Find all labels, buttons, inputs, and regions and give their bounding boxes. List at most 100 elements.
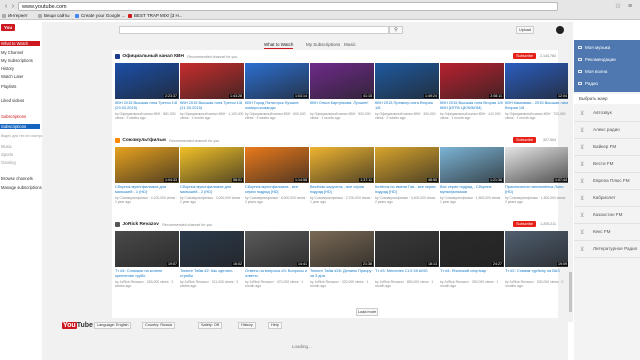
video-card[interactable]: 2:08:11 КВН 2015 Высшая лига Вторая 1/8 … — [440, 63, 504, 123]
radio-menu-my-music[interactable]: Моя музыка — [578, 45, 610, 50]
subscribe-button[interactable]: Subscribe — [513, 53, 536, 59]
forward-icon[interactable]: › — [9, 3, 17, 11]
video-card[interactable]: 18:13 Тт #3: Mercedes CLS 55 AMG by JoRi… — [375, 231, 439, 291]
video-thumbnail[interactable]: 1:37:11 — [310, 147, 374, 183]
nav-history[interactable]: History — [0, 66, 40, 71]
footer-logo[interactable]: YouTube — [62, 322, 93, 329]
video-title[interactable]: Тт #3: Mercedes CLS 55 AMG — [375, 269, 439, 279]
genre-selector[interactable]: Выбрать жанр — [574, 94, 640, 104]
video-card[interactable]: 1:49:24 КВН 2015 Премьер-лига Вторая 1/8… — [375, 63, 439, 123]
video-card[interactable]: 2:23:37 КВН 2015 Высшая лига Третья 1/8 … — [115, 63, 179, 123]
video-card[interactable]: 1:43:28 КВН 2015 Высшая лига Третья 1/8 … — [180, 63, 244, 123]
tab-music[interactable]: Music — [344, 42, 356, 47]
video-title[interactable]: Весёлая карусель - все серии подряд [HD] — [310, 185, 374, 195]
bookmark-item[interactable]: Интернет — [2, 13, 28, 18]
video-card[interactable]: 19:09 Тт #2: Ставим турбину на ВАЗ by Jo… — [505, 231, 569, 291]
video-title[interactable]: Тт #4: Японский спорткар — [440, 269, 504, 279]
language-button[interactable]: Language: English — [94, 322, 132, 329]
video-thumbnail[interactable]: 2:23:37 — [115, 63, 179, 99]
video-title[interactable]: Все серии подряд - Сборник мультфильмов — [440, 185, 504, 195]
bookmark-item[interactable]: BEST TRAP MIX! [3 H... — [128, 13, 183, 18]
video-card[interactable]: 1:03:14 КВН Город Пятигорск Лучшие номер… — [245, 63, 309, 123]
video-card[interactable]: 24:27 Тт #4: Японский спорткар by JoRick… — [440, 231, 504, 291]
channel-icon[interactable] — [115, 222, 120, 228]
video-card[interactable]: 1:07:44 Приключения пингвинёнка Лоло (HD… — [505, 147, 569, 207]
nav-watch-later[interactable]: Watch Later — [0, 74, 40, 79]
video-thumbnail[interactable]: 2:08:11 — [440, 63, 504, 99]
safety-button[interactable]: Safety: Off — [198, 322, 222, 329]
video-thumbnail[interactable]: 1:49:24 — [375, 63, 439, 99]
video-title[interactable]: Тт #2: Ставим турбину на ВАЗ — [505, 269, 569, 279]
nav-subscriptions[interactable]: Subscriptions — [0, 124, 40, 129]
channel-name[interactable]: Союзмультфильм — [122, 138, 165, 143]
nav-playlists[interactable]: Playlists — [0, 84, 40, 89]
station-item[interactable]: ⊻ Вести FM — [574, 157, 640, 173]
video-title[interactable]: КВН 2015 Высшая лига Третья 1/8 (21.03.2… — [180, 101, 244, 111]
station-item[interactable]: ⊻ Байкер FM — [574, 140, 640, 156]
nav-my-channel[interactable]: My Channel — [0, 50, 40, 55]
scroll-thumb[interactable] — [569, 272, 572, 312]
station-item[interactable]: ⊻ Литературное Радио — [574, 242, 640, 258]
history-button[interactable]: History — [238, 322, 256, 329]
nav-rec-channels[interactable]: Видео для тех кто смотрит — [0, 134, 45, 138]
channel-icon[interactable] — [115, 54, 120, 60]
nav-manage-subscriptions[interactable]: Manage subscriptions — [0, 185, 42, 190]
video-title[interactable]: КВН Ольга Картункова. Лучшее! — [310, 101, 374, 111]
video-thumbnail[interactable]: 1:03:14 — [245, 63, 309, 99]
video-card[interactable]: 21:38 Тюнинг Тайм #26: Делаем Приору за … — [310, 231, 374, 291]
video-card[interactable]: 1:14:58 Сборник мультфильмов - все серии… — [245, 147, 309, 207]
station-item[interactable]: ⊻ Казахстан FM — [574, 208, 640, 224]
video-title[interactable]: КВН 2015 Премьер-лига Вторая 1/8 — [375, 101, 439, 111]
video-thumbnail[interactable]: 19:09 — [505, 231, 569, 267]
video-title[interactable]: КВН Город Пятигорск Лучшие номера команд… — [245, 101, 309, 111]
video-thumbnail[interactable]: 21:38 — [310, 231, 374, 267]
video-title[interactable]: Тт #4: Сломали на колене крепление турбо — [115, 269, 179, 279]
video-thumbnail[interactable]: 1:21:38 — [440, 147, 504, 183]
radio-menu-radio[interactable]: Радио — [578, 81, 598, 86]
station-item[interactable]: ⊻ Автозвук — [574, 106, 640, 122]
star-icon[interactable]: ☆ — [614, 3, 622, 11]
subscribe-button[interactable]: Subscribe — [513, 137, 536, 143]
video-title[interactable]: Сборник мультфильмов для малышей - 2 (HD… — [180, 185, 244, 195]
search-input[interactable] — [119, 26, 389, 34]
bookmark-item[interactable]: Вещи сайты — [38, 13, 70, 18]
station-item[interactable]: ⊻ Кекс FM — [574, 225, 640, 241]
channel-icon[interactable] — [115, 138, 120, 144]
video-thumbnail[interactable]: 18:13 — [375, 231, 439, 267]
tab-what-to-watch[interactable]: What to Watch — [264, 42, 294, 49]
nav-browse-channels[interactable]: Browse channels — [0, 176, 40, 181]
nav-sports[interactable]: Sports — [0, 152, 40, 157]
video-card[interactable]: 19:57 Тт #4: Сломали на колене крепление… — [115, 231, 179, 291]
video-thumbnail[interactable]: 1:14:58 — [245, 147, 309, 183]
video-card[interactable]: 14:41 Ответы на вопросы #3: Вопросы и от… — [245, 231, 309, 291]
video-card[interactable]: 1:21:38 Все серии подряд - Сборник мульт… — [440, 147, 504, 207]
country-button[interactable]: Country: Russia — [142, 322, 176, 329]
video-title[interactable]: Котёнок по имени Гав - все серии подряд … — [375, 185, 439, 195]
video-card[interactable]: 12:04 КВН Камызяки - 2015 Высшая лига Вт… — [505, 63, 569, 123]
video-thumbnail[interactable]: 12:04 — [505, 63, 569, 99]
video-thumbnail[interactable]: 16:02 — [180, 231, 244, 267]
video-title[interactable]: Ответы на вопросы #3: Вопросы и ответы — [245, 269, 309, 279]
youtube-logo[interactable]: You — [1, 24, 15, 31]
video-title[interactable]: КВН 2015 Высшая лига Вторая 1/8 КВН (ИГР… — [440, 101, 504, 111]
video-card[interactable]: 16:02 Тюнинг Тайм #2: Как сделать стробы… — [180, 231, 244, 291]
load-more-button[interactable]: Load more — [356, 308, 378, 316]
station-item[interactable]: ⊻ Алекс радио — [574, 123, 640, 139]
video-thumbnail[interactable]: 14:41 — [245, 231, 309, 267]
video-title[interactable]: Тюнинг Тайм #2: Как сделать стробы — [180, 269, 244, 279]
video-card[interactable]: 1:37:11 Весёлая карусель - все серии под… — [310, 147, 374, 207]
video-card[interactable]: 58:01 Сборник мультфильмов для малышей -… — [180, 147, 244, 207]
nav-gaming[interactable]: Gaming — [0, 160, 40, 165]
nav-what-to-watch[interactable]: What to Watch — [0, 41, 40, 46]
scrollbar[interactable] — [568, 22, 573, 322]
video-title[interactable]: Тюнинг Тайм #26: Делаем Приору за 3 дня — [310, 269, 374, 279]
tab-my-subscriptions[interactable]: My Subscriptions — [306, 42, 340, 47]
video-card[interactable]: 1:04:33 Сборник мультфильмов для малышей… — [115, 147, 179, 207]
video-title[interactable]: Сборник мультфильмов - все серии подряд … — [245, 185, 309, 195]
video-card[interactable]: 48:55 Котёнок по имени Гав - все серии п… — [375, 147, 439, 207]
station-item[interactable]: ⊻ Кабриолет — [574, 191, 640, 207]
station-item[interactable]: ⊻ Европа Плюс FM — [574, 174, 640, 190]
radio-menu-recommendations[interactable]: Рекомендации — [578, 57, 616, 62]
channel-name[interactable]: Официальный канал КВН — [122, 54, 184, 59]
channel-name[interactable]: JoRick Revazov — [122, 222, 159, 227]
